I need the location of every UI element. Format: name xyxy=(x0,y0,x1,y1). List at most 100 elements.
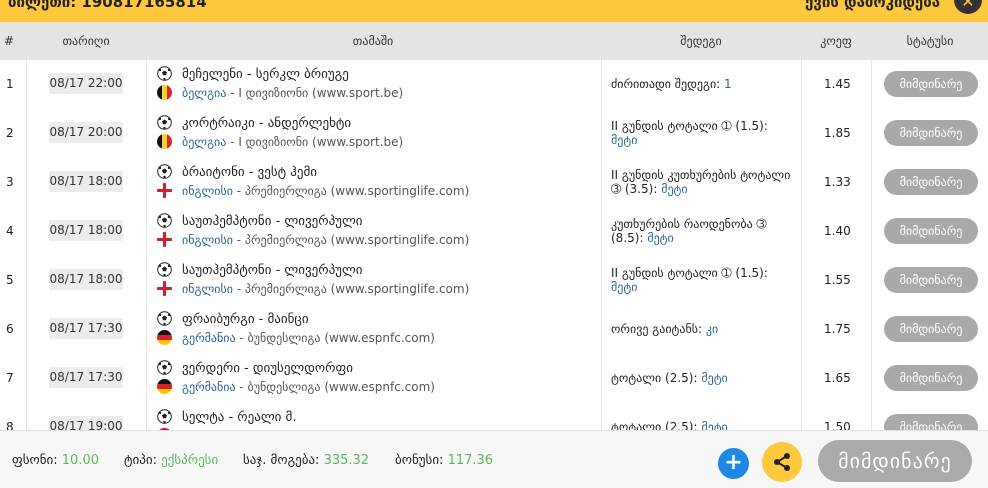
match-teams[interactable]: ფრაიბურგი - მაინცი xyxy=(182,312,309,327)
type-value: ექსპრესი xyxy=(161,453,219,468)
column-divider xyxy=(146,109,147,158)
league-country[interactable]: გერმანია xyxy=(182,380,236,394)
match-date: 08/17 17:30 xyxy=(49,318,123,339)
status-badge[interactable]: მიმდინარე xyxy=(884,414,978,430)
match-teams[interactable]: ვერდერი - დიუსელდორფი xyxy=(182,361,353,376)
table-row[interactable]: 5 08/17 18:00 საუთჰემპტონი - ლივერპული ინგლ… xyxy=(0,256,988,306)
league-name: - ბუნდესლიგა (www.espnfc.com) xyxy=(235,331,435,345)
league-name: - ბუნდესლიგა (www.espnfc.com) xyxy=(235,380,435,394)
header-match: თამაში xyxy=(352,34,394,48)
match-teams[interactable]: სელტა - რეალი მ. xyxy=(182,410,296,425)
table-row[interactable]: 4 08/17 18:00 საუთჰემპტონი - ლივერპული ინგლ… xyxy=(0,207,988,257)
result-value: მეტი xyxy=(701,371,728,385)
ticket-status-button[interactable]: მიმდინარე xyxy=(818,440,972,482)
header-num: # xyxy=(3,34,15,48)
plus-icon[interactable]: + xyxy=(718,448,749,479)
bet-result: კუთხურების რაოდენობა ➂ (8.5): მეტი xyxy=(611,217,796,245)
row-number: 1 xyxy=(6,77,14,91)
match-league: ბელგია - I დივიზიონი (www.sport.be) xyxy=(182,135,403,149)
column-divider xyxy=(801,60,802,109)
match-teams[interactable]: საუთჰემპტონი - ლივერპული xyxy=(182,263,363,278)
bonus-label: ბონუსი: xyxy=(395,453,448,468)
league-country[interactable]: ინგლისი xyxy=(182,184,233,198)
share-button[interactable] xyxy=(762,442,802,482)
column-divider xyxy=(871,207,872,256)
status-badge[interactable]: მიმდინარე xyxy=(884,316,978,342)
stake-info: ფსონი: 10.00 xyxy=(12,453,99,468)
match-date: 08/17 17:30 xyxy=(49,367,123,388)
stake-label: ფსონი: xyxy=(12,453,62,468)
close-icon[interactable]: ✕ xyxy=(954,0,982,14)
league-name: - I დივიზიონი (www.sport.be) xyxy=(226,86,404,100)
column-divider xyxy=(26,354,27,403)
column-divider xyxy=(871,158,872,207)
league-name: - პრემიერლიგა (www.sportinglife.com) xyxy=(232,233,470,247)
match-teams[interactable]: კორტრაიკი - ანდერლეხტი xyxy=(182,116,351,131)
bonus-info: ბონუსი: 117.36 xyxy=(395,453,493,468)
match-league: ინგლისი - პრემიერლიგა (www.sportinglife.… xyxy=(182,184,469,198)
winnings-info: საჯ. მოგება: 335.32 xyxy=(243,453,369,468)
table-row[interactable]: 1 08/17 22:00 მეჩელენი - სერკლ ბრიუგე ბელგი… xyxy=(0,60,988,110)
ticket-info-button[interactable]: ქვის დამოკიდება xyxy=(805,0,940,11)
soccer-ball-icon xyxy=(157,311,172,326)
league-country[interactable]: ინგლისი xyxy=(182,282,233,296)
result-label: II გუნდის ტოტალი ➀ (1.5): xyxy=(611,266,768,280)
column-divider xyxy=(601,158,602,207)
soccer-ball-icon xyxy=(157,115,172,130)
match-date: 08/17 19:00 xyxy=(49,416,123,430)
status-badge[interactable]: მიმდინარე xyxy=(884,218,978,244)
table-row[interactable]: 7 08/17 17:30 ვერდერი - დიუსელდორფი გერმანი… xyxy=(0,354,988,404)
bet-result: ორივე გაიტანს: კი xyxy=(611,322,796,336)
result-label: ტოტალი (2.5): xyxy=(611,420,702,430)
column-divider xyxy=(801,207,802,256)
type-label: ტიპი: xyxy=(124,453,162,468)
bet-result: ტოტალი (2.5): მეტი xyxy=(611,420,796,430)
match-date: 08/17 18:00 xyxy=(49,220,123,241)
match-league: გერმანია - ბუნდესლიგა (www.espnfc.com) xyxy=(182,331,435,345)
column-divider xyxy=(26,109,27,158)
league-country[interactable]: გერმანია xyxy=(182,331,236,345)
row-number: 8 xyxy=(6,420,14,430)
row-number: 4 xyxy=(6,224,14,238)
bet-odd: 1.85 xyxy=(824,126,851,140)
match-date: 08/17 18:00 xyxy=(49,171,123,192)
status-badge[interactable]: მიმდინარე xyxy=(884,120,978,146)
column-divider xyxy=(26,305,27,354)
winnings-value: 335.32 xyxy=(323,453,370,468)
column-divider xyxy=(26,403,27,430)
status-badge[interactable]: მიმდინარე xyxy=(884,267,978,293)
table-row[interactable]: 3 08/17 18:00 ბრაიტონი - ვესტ ჰემი ინგლისი … xyxy=(0,158,988,208)
match-league: გერმანია - ბუნდესლიგა (www.espnfc.com) xyxy=(182,380,435,394)
column-divider xyxy=(26,207,27,256)
status-badge[interactable]: მიმდინარე xyxy=(884,71,978,97)
match-teams[interactable]: საუთჰემპტონი - ლივერპული xyxy=(182,214,363,229)
bet-odd: 1.50 xyxy=(824,420,851,430)
column-divider xyxy=(871,60,872,109)
flag-icon xyxy=(157,232,172,247)
match-league: ინგლისი - პრემიერლიგა (www.sportinglife.… xyxy=(182,233,469,247)
match-teams[interactable]: მეჩელენი - სერკლ ბრიუგე xyxy=(182,67,349,82)
column-divider xyxy=(871,354,872,403)
flag-icon xyxy=(157,379,172,394)
soccer-ball-icon xyxy=(157,66,172,81)
soccer-ball-icon xyxy=(157,164,172,179)
table-row[interactable]: 2 08/17 20:00 კორტრაიკი - ანდერლეხტი ბელგია… xyxy=(0,109,988,159)
column-divider xyxy=(601,354,602,403)
league-country[interactable]: ინგლისი xyxy=(182,233,233,247)
match-teams[interactable]: ბრაიტონი - ვესტ ჰემი xyxy=(182,165,317,180)
status-badge[interactable]: მიმდინარე xyxy=(884,169,978,195)
league-country[interactable]: ბელგია xyxy=(182,86,226,100)
column-divider xyxy=(801,354,802,403)
flag-icon xyxy=(157,85,172,100)
share-icon xyxy=(774,453,790,471)
status-badge[interactable]: მიმდინარე xyxy=(884,365,978,391)
table-row[interactable]: 8 08/17 19:00 სელტა - რეალი მ. ტოტალი (2.5)… xyxy=(0,403,988,430)
result-value: 1 xyxy=(724,77,732,91)
league-country[interactable]: ბელგია xyxy=(182,135,226,149)
table-row[interactable]: 6 08/17 17:30 ფრაიბურგი - მაინცი გერმანია -… xyxy=(0,305,988,355)
soccer-ball-icon xyxy=(157,360,172,375)
result-value: მეტი xyxy=(611,280,638,294)
column-divider xyxy=(146,256,147,305)
bet-odd: 1.75 xyxy=(824,322,851,336)
soccer-ball-icon xyxy=(157,409,172,424)
